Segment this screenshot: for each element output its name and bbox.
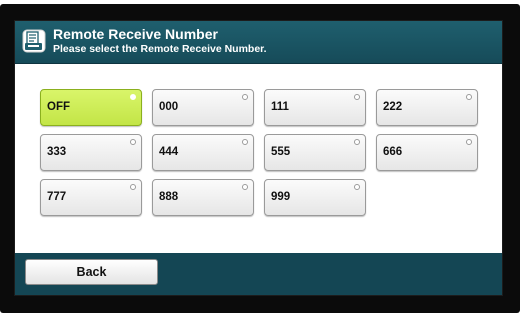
page-title: Remote Receive Number [53, 26, 218, 42]
option-label: 999 [271, 191, 291, 203]
option-label: 444 [159, 146, 179, 158]
screen-panel: Remote Receive Number Please select the … [14, 20, 503, 296]
footer-bar: Back [15, 253, 502, 295]
option-button-444[interactable]: 444 [152, 134, 254, 171]
radio-indicator-icon [466, 94, 472, 100]
option-label: 555 [271, 146, 291, 158]
header-bar: Remote Receive Number Please select the … [15, 21, 502, 64]
back-button[interactable]: Back [25, 259, 158, 285]
radio-indicator-icon [130, 94, 136, 100]
option-label: 222 [383, 101, 403, 113]
option-button-off[interactable]: OFF [40, 89, 142, 126]
option-button-777[interactable]: 777 [40, 179, 142, 216]
option-button-000[interactable]: 000 [152, 89, 254, 126]
option-label: 888 [159, 191, 179, 203]
radio-indicator-icon [354, 184, 360, 190]
option-label: 777 [47, 191, 67, 203]
radio-indicator-icon [354, 139, 360, 145]
option-label: 333 [47, 146, 67, 158]
radio-indicator-icon [130, 184, 136, 190]
option-button-111[interactable]: 111 [264, 89, 366, 126]
option-label: 111 [271, 101, 289, 113]
option-grid: OFF 000 111 222 333 444 555 666 777 888 999 [40, 89, 478, 216]
page-subtitle: Please select the Remote Receive Number. [53, 43, 267, 55]
radio-indicator-icon [130, 139, 136, 145]
option-button-888[interactable]: 888 [152, 179, 254, 216]
option-button-555[interactable]: 555 [264, 134, 366, 171]
radio-indicator-icon [242, 94, 248, 100]
option-label: 666 [383, 146, 403, 158]
option-button-999[interactable]: 999 [264, 179, 366, 216]
option-button-333[interactable]: 333 [40, 134, 142, 171]
radio-indicator-icon [242, 139, 248, 145]
radio-indicator-icon [466, 139, 472, 145]
radio-indicator-icon [242, 184, 248, 190]
option-button-222[interactable]: 222 [376, 89, 478, 126]
option-button-666[interactable]: 666 [376, 134, 478, 171]
option-label: OFF [47, 101, 70, 113]
options-area: OFF 000 111 222 333 444 555 666 777 888 999 [15, 64, 502, 254]
fax-document-icon [22, 29, 46, 53]
option-label: 000 [159, 101, 179, 113]
radio-indicator-icon [354, 94, 360, 100]
